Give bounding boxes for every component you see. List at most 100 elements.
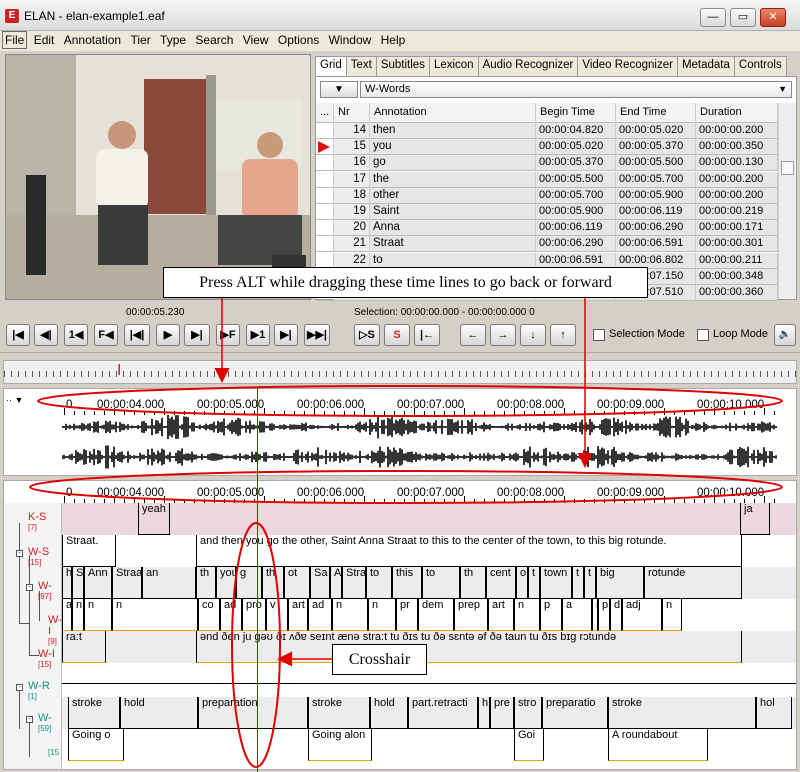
annotation-down-button[interactable]: ↓ [520, 324, 546, 346]
annotation[interactable]: pre [490, 697, 514, 729]
annotation[interactable]: cent [486, 567, 516, 599]
annotation[interactable]: p [598, 599, 610, 631]
menu-view[interactable]: View [240, 31, 272, 48]
loop-mode-checkbox[interactable] [697, 329, 709, 341]
annotation[interactable]: th [262, 567, 284, 599]
tier-band-ks[interactable]: yeah ja [62, 503, 796, 535]
tier-band-gesture[interactable]: stroke hold preparation stroke hold part.retr… [62, 697, 796, 729]
col-header-annotation[interactable]: Annotation [370, 103, 536, 123]
table-row[interactable]: 21 Straat 00:00:06.290 00:00:06.591 00:00:00… [316, 236, 778, 253]
speaker-icon[interactable]: 🔈 [774, 324, 796, 346]
annotation[interactable]: adj [622, 599, 662, 631]
annotation[interactable]: stroke [608, 697, 756, 729]
play-button[interactable]: ▶ [156, 324, 180, 346]
panel-divider[interactable] [0, 352, 800, 357]
annotation[interactable]: Straat. [62, 535, 116, 567]
annotation[interactable]: A roundabout [608, 729, 708, 761]
annotation[interactable]: part.retracti [408, 697, 478, 729]
annotation[interactable]: ra:t [62, 631, 106, 663]
annotation[interactable]: ad [308, 599, 332, 631]
annotation[interactable]: n [72, 599, 84, 631]
next-second-button[interactable]: ▶1 [246, 324, 270, 346]
col-header-menu[interactable]: ... [316, 103, 334, 123]
col-header-nr[interactable]: Nr [334, 103, 370, 123]
tier-band-ws[interactable]: Straat. and then you go the other, Saint … [62, 535, 796, 567]
table-row[interactable]: 14 then 00:00:04.820 00:00:05.020 00:00:00.2… [316, 123, 778, 139]
toggle-selection-button[interactable]: |← [414, 324, 440, 346]
annotation[interactable]: art [488, 599, 514, 631]
annotation[interactable]: n [112, 599, 198, 631]
previous-frame-button[interactable]: ◀| [34, 324, 58, 346]
previous-pixel-button[interactable]: F◀ [94, 324, 118, 346]
annotation[interactable]: an [142, 567, 196, 599]
col-header-begin[interactable]: Begin Time [536, 103, 616, 123]
annotation[interactable]: pro [242, 599, 266, 631]
minimize-button[interactable]: — [700, 8, 726, 27]
annotation[interactable]: ot [284, 567, 310, 599]
annotation[interactable]: n [662, 599, 682, 631]
annotation-right-button[interactable]: → [490, 324, 516, 346]
annotation[interactable]: art [288, 599, 308, 631]
annotation[interactable]: pr [396, 599, 418, 631]
annotation[interactable]: and then you go the other, Saint Anna St… [196, 535, 742, 567]
annotation[interactable]: t [528, 567, 540, 599]
annotation[interactable]: you [216, 567, 236, 599]
annotation[interactable]: g [236, 567, 262, 599]
tab-audio-recognizer[interactable]: Audio Recognizer [477, 56, 579, 76]
annotation[interactable]: yeah [138, 503, 170, 535]
tab-grid[interactable]: Grid [315, 56, 347, 77]
annotation[interactable]: stroke [308, 697, 370, 729]
tab-controls[interactable]: Controls [733, 56, 787, 76]
annotation[interactable]: th [460, 567, 486, 599]
menu-search[interactable]: Search [192, 31, 236, 48]
annotation-timeline[interactable]: 0 00:00:04.000 00:00:05.000 00:00:06.000 00:… [3, 480, 797, 770]
annotation[interactable]: hold [120, 697, 198, 729]
annotation[interactable]: n [368, 599, 396, 631]
col-header-end[interactable]: End Time [616, 103, 696, 123]
tab-video-recognizer[interactable]: Video Recognizer [577, 56, 678, 76]
annotation[interactable]: to [366, 567, 392, 599]
tab-lexicon[interactable]: Lexicon [428, 56, 479, 76]
previous-selection-button[interactable]: |◀| [124, 324, 150, 346]
annotation[interactable]: n [332, 599, 368, 631]
table-row[interactable]: 17 the 00:00:05.500 00:00:05.700 00:00:00.20… [316, 171, 778, 188]
tier-band-words[interactable]: h S Ann Straa an th you g th ot Sa A Stra to this to th c… [62, 567, 796, 599]
grid-scrollbar[interactable] [778, 103, 796, 299]
annotation[interactable]: big [596, 567, 644, 599]
table-row[interactable]: 20 Anna 00:00:06.119 00:00:06.290 00:00:00.1… [316, 220, 778, 237]
menu-options[interactable]: Options [275, 31, 322, 48]
annotation[interactable]: a [62, 599, 72, 631]
annotation[interactable]: preparation [198, 697, 308, 729]
play-selection-button[interactable]: ▷S [354, 324, 380, 346]
annotation[interactable]: d [610, 599, 622, 631]
annotation-up-button[interactable]: ↑ [550, 324, 576, 346]
annotation[interactable]: dem [418, 599, 454, 631]
next-pixel-button[interactable]: ▶F [216, 324, 240, 346]
tier-selector[interactable]: W-Words ▼ [360, 81, 792, 98]
next-frame-button[interactable]: ▶| [274, 324, 298, 346]
go-to-begin-button[interactable]: |◀ [6, 324, 30, 346]
annotation[interactable]: v [266, 599, 288, 631]
table-row[interactable]: 16 go 00:00:05.370 00:00:05.500 00:00:00.130 [316, 155, 778, 172]
menu-help[interactable]: Help [378, 31, 409, 48]
annotation[interactable]: Ann [84, 567, 112, 599]
annotation[interactable]: n [84, 599, 112, 631]
annotation[interactable]: stroke [68, 697, 120, 729]
tab-metadata[interactable]: Metadata [676, 56, 735, 76]
tab-text[interactable]: Text [345, 56, 377, 76]
crosshair-line[interactable] [257, 388, 258, 772]
annotation[interactable]: preparatio [542, 697, 608, 729]
annotation[interactable]: prep [454, 599, 488, 631]
annotation[interactable]: Goi [514, 729, 544, 761]
annotation[interactable]: ənd ðen ju gəʊ ðɪ ʌðɐ seɪnt ænə stra:t t… [196, 631, 742, 663]
annotation[interactable]: ja [740, 503, 770, 535]
annotation[interactable]: to [422, 567, 460, 599]
annotation[interactable]: o [516, 567, 528, 599]
waveform-viewer[interactable]: ·· ▼ 0 00:00:04.000 00:00:05.000 00:00:06.0… [3, 388, 797, 476]
selection-mode-checkbox[interactable] [593, 329, 605, 341]
video-viewer[interactable] [5, 54, 311, 300]
menu-window[interactable]: Window [326, 31, 375, 48]
previous-second-button[interactable]: 1◀ [64, 324, 88, 346]
waveform-menu-button[interactable]: ·· ▼ [6, 395, 34, 407]
menu-tier[interactable]: Tier [127, 31, 153, 48]
